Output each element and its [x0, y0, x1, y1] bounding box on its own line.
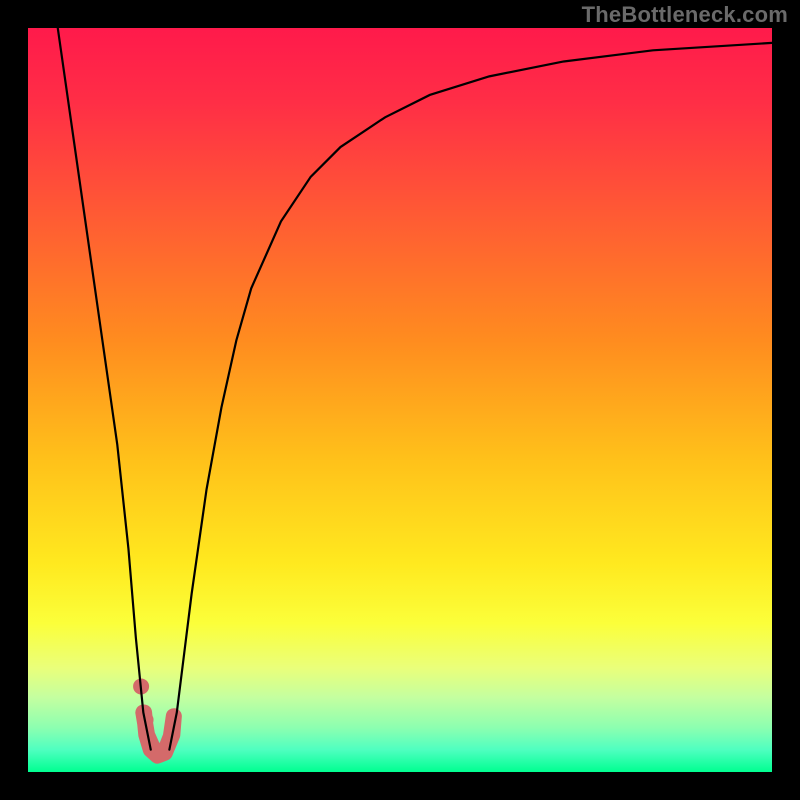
bottleneck-chart: [0, 0, 800, 800]
chart-frame: TheBottleneck.com: [0, 0, 800, 800]
plot-background: [28, 28, 772, 772]
watermark-text: TheBottleneck.com: [582, 2, 788, 28]
